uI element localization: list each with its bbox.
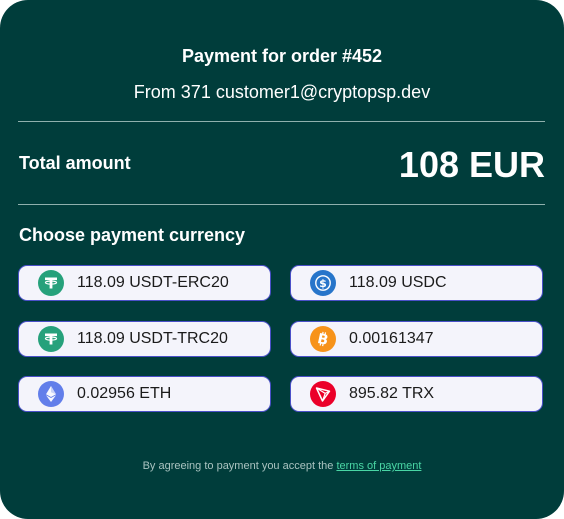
order-title: Payment for order #452 [181,46,383,66]
payment-card: Payment for order #452 From 371 customer… [0,0,564,519]
currency-option-bitcoin[interactable]: B 0.00161347 [290,321,543,357]
tron-icon [310,381,336,407]
svg-text:$: $ [319,277,327,290]
tether-icon [38,270,64,296]
choose-currency-heading: Choose payment currency [19,225,246,245]
divider [18,204,545,205]
currency-option-usdt-trc20[interactable]: 118.09 USDT-TRC20 [18,321,271,357]
usdc-icon: $ [310,270,336,296]
divider [18,121,545,122]
bitcoin-icon: B [310,326,336,352]
terms-text: By agreeing to payment you accept the [142,460,334,472]
tether-icon [38,326,64,352]
currency-option-label: 118.09 USDT-TRC20 [77,330,228,347]
total-amount-value: 108 EUR [398,144,545,185]
customer-line: From 371 customer1@cryptopsp.dev [133,82,431,102]
currency-option-tron[interactable]: 895.82 TRX [290,376,543,412]
currency-option-label: 118.09 USDT-ERC20 [77,274,229,291]
currency-option-label: 0.00161347 [349,330,434,347]
currency-option-usdt-erc20[interactable]: 118.09 USDT-ERC20 [18,265,271,301]
total-amount-label: Total amount [19,153,131,173]
currency-option-label: 0.02956 ETH [77,385,172,402]
terms-of-payment-link[interactable]: terms of payment [336,460,421,472]
currency-option-label: 895.82 TRX [349,385,435,402]
terms-footer: By agreeing to payment you accept the te… [0,460,564,472]
currency-option-label: 118.09 USDC [349,274,447,291]
currency-option-usdc[interactable]: $ 118.09 USDC [290,265,543,301]
ethereum-icon [38,381,64,407]
currency-option-ethereum[interactable]: 0.02956 ETH [18,376,271,412]
